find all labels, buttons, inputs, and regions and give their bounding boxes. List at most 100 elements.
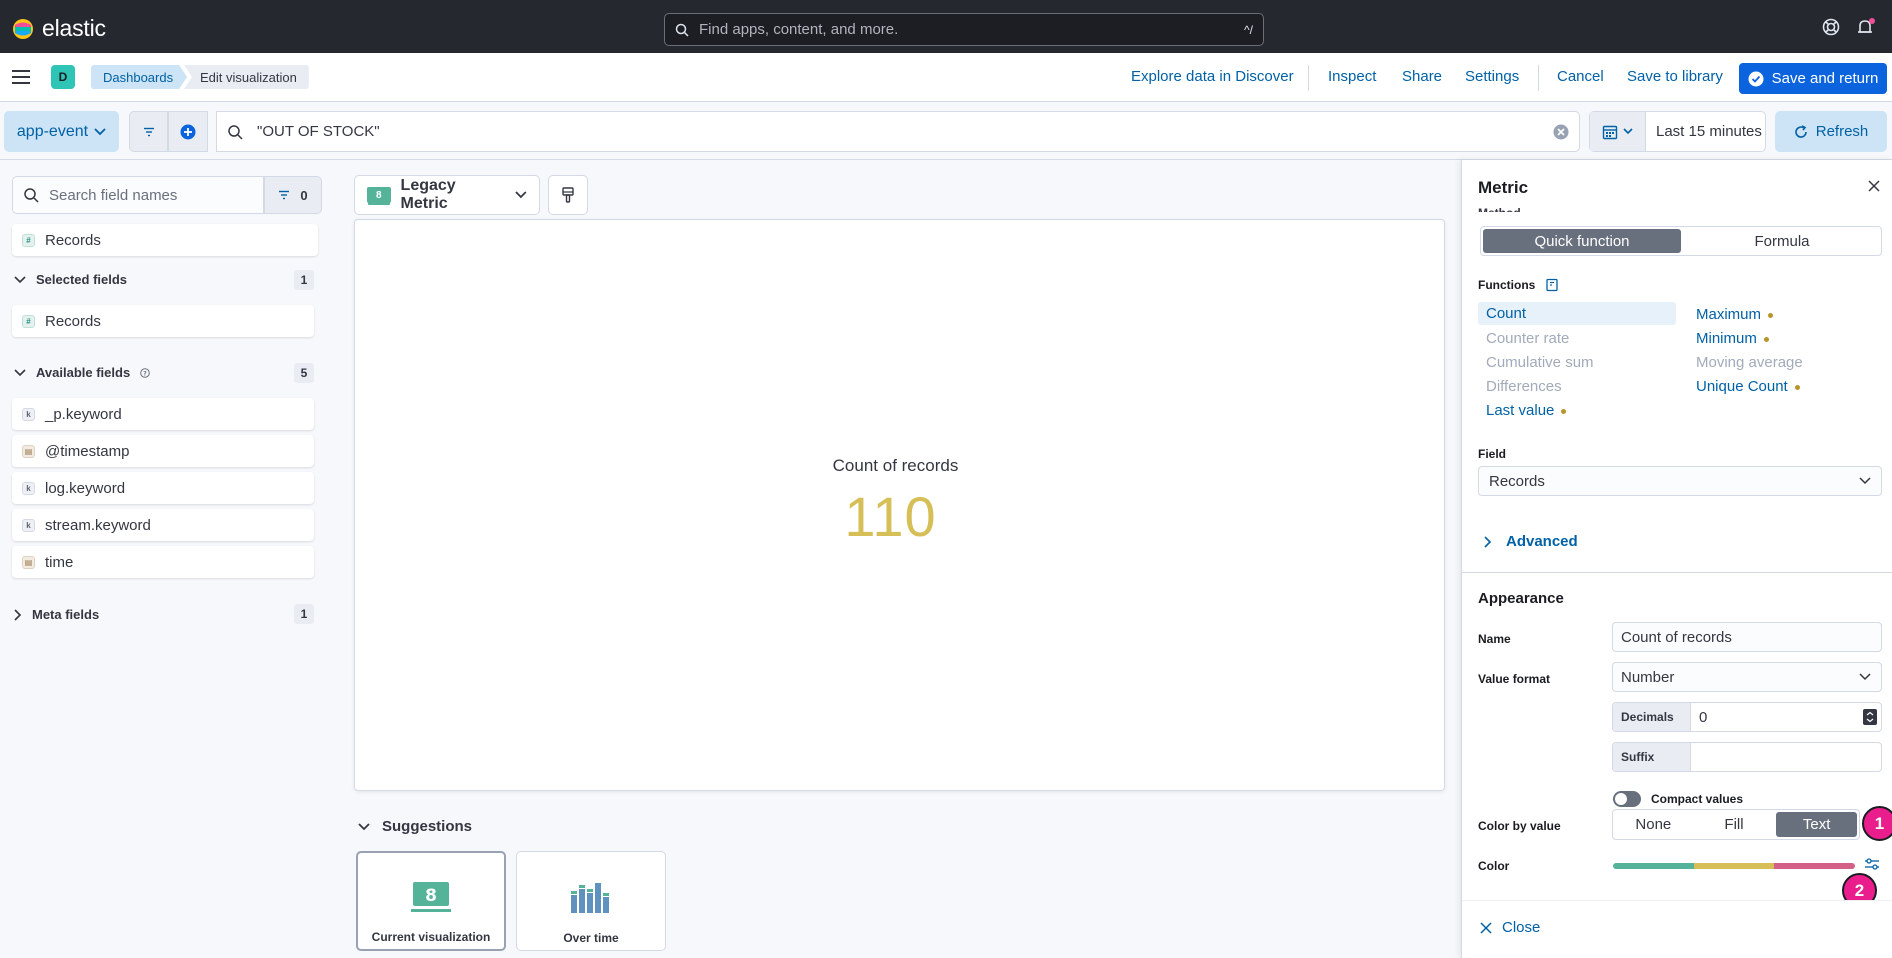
share-link[interactable]: Share bbox=[1402, 68, 1442, 85]
field-search[interactable] bbox=[12, 176, 264, 214]
query-input[interactable]: "OUT OF STOCK" bbox=[216, 111, 1580, 152]
field-name: stream.keyword bbox=[45, 516, 151, 534]
method-formula[interactable]: Formula bbox=[1683, 227, 1881, 255]
suggestions-toggle[interactable]: Suggestions bbox=[358, 818, 472, 835]
function-label: Last value bbox=[1486, 402, 1555, 419]
function-unique-count[interactable]: Unique Count bbox=[1696, 378, 1800, 395]
dimension-editor-panel: Metric Method Quick function Formula Fun… bbox=[1461, 160, 1892, 958]
palette-settings-icon[interactable] bbox=[1864, 857, 1880, 871]
function-minimum[interactable]: Minimum bbox=[1696, 330, 1769, 347]
space-avatar[interactable]: D bbox=[51, 65, 75, 89]
field-item[interactable]: ▤ @timestamp bbox=[12, 435, 314, 467]
clear-icon[interactable] bbox=[1553, 124, 1569, 140]
visualization-type-label: Legacy Metric bbox=[400, 177, 456, 212]
visualization-type-switcher[interactable]: 8 Legacy Metric bbox=[354, 175, 540, 215]
decimals-label: Decimals bbox=[1613, 703, 1691, 731]
menu-icon[interactable] bbox=[12, 69, 30, 85]
inspect-link[interactable]: Inspect bbox=[1328, 68, 1376, 85]
color-by-fill[interactable]: Fill bbox=[1694, 810, 1775, 839]
refresh-button[interactable]: Refresh bbox=[1775, 111, 1887, 152]
info-icon[interactable]: ? bbox=[140, 367, 150, 378]
suggestion-over-time[interactable]: Over time bbox=[516, 851, 666, 951]
documentation-icon[interactable] bbox=[1545, 278, 1559, 292]
help-icon[interactable] bbox=[1822, 18, 1840, 36]
save-to-library-link[interactable]: Save to library bbox=[1627, 68, 1723, 85]
function-count[interactable]: Count bbox=[1478, 302, 1676, 325]
suffix-value[interactable] bbox=[1691, 743, 1881, 771]
compatibility-dot bbox=[1768, 312, 1774, 318]
field-item[interactable]: k stream.keyword bbox=[12, 509, 314, 541]
method-quick-function[interactable]: Quick function bbox=[1483, 229, 1681, 253]
data-view-picker[interactable]: app-event bbox=[4, 111, 119, 152]
quick-menu-button[interactable] bbox=[1590, 112, 1646, 151]
close-icon[interactable] bbox=[1868, 180, 1880, 192]
compact-values-switch[interactable] bbox=[1613, 791, 1641, 807]
function-moving-average[interactable]: Moving average bbox=[1696, 354, 1803, 371]
appearance-title: Appearance bbox=[1478, 590, 1564, 607]
number-type-icon: # bbox=[22, 314, 35, 328]
suggestions-title: Suggestions bbox=[382, 818, 473, 835]
color-by-text[interactable]: Text bbox=[1776, 812, 1858, 837]
available-fields-toggle[interactable]: Available fields ? bbox=[14, 365, 150, 380]
time-range-label[interactable]: Last 15 minutes bbox=[1646, 123, 1762, 140]
advanced-toggle[interactable]: Advanced bbox=[1484, 533, 1578, 550]
query-text[interactable]: "OUT OF STOCK" bbox=[257, 123, 1553, 140]
function-counter-rate[interactable]: Counter rate bbox=[1486, 330, 1569, 347]
color-palette-ramp[interactable] bbox=[1613, 863, 1855, 869]
metric-value: 110 bbox=[844, 485, 937, 548]
method-selector[interactable]: Quick function Formula bbox=[1480, 226, 1882, 256]
color-by-none[interactable]: None bbox=[1613, 810, 1694, 839]
plus-circle-icon bbox=[180, 124, 196, 139]
function-last-value[interactable]: Last value bbox=[1486, 402, 1567, 419]
function-label: Maximum bbox=[1696, 306, 1762, 323]
field-item[interactable]: # Records bbox=[12, 305, 314, 337]
global-search-input[interactable] bbox=[699, 21, 1245, 38]
field-item[interactable]: k _p.keyword bbox=[12, 398, 314, 430]
app-nav-bar: D Dashboards Edit visualization Explore … bbox=[0, 53, 1892, 102]
close-label: Close bbox=[1502, 919, 1541, 936]
date-picker[interactable]: Last 15 minutes bbox=[1589, 111, 1766, 152]
field-item[interactable]: ▤ time bbox=[12, 546, 314, 578]
chevron-down-icon bbox=[14, 275, 26, 283]
field-item[interactable]: k log.keyword bbox=[12, 472, 314, 504]
newsfeed-icon[interactable] bbox=[1856, 18, 1876, 36]
brush-icon bbox=[562, 187, 574, 203]
explore-in-discover-link[interactable]: Explore data in Discover bbox=[1131, 68, 1294, 85]
elastic-logo[interactable]: elastic bbox=[12, 15, 106, 42]
function-maximum[interactable]: Maximum bbox=[1696, 306, 1774, 323]
decimals-input[interactable]: Decimals 0 bbox=[1612, 702, 1882, 732]
add-filter-button[interactable] bbox=[168, 111, 208, 152]
suggestion-current[interactable]: 8 Current visualization bbox=[356, 851, 506, 951]
palette-button[interactable] bbox=[548, 175, 588, 215]
field-select-value: Records bbox=[1489, 472, 1545, 490]
suffix-input[interactable]: Suffix bbox=[1612, 742, 1882, 772]
nav-divider bbox=[1308, 65, 1309, 91]
field-item[interactable]: # Records bbox=[12, 224, 318, 256]
method-label: Method bbox=[1478, 205, 1521, 212]
selected-fields-toggle[interactable]: Selected fields bbox=[14, 272, 127, 287]
field-type-filter[interactable]: 0 bbox=[264, 176, 322, 214]
brand-name: elastic bbox=[42, 15, 106, 41]
close-panel-button[interactable]: Close bbox=[1480, 919, 1540, 936]
decimals-value[interactable]: 0 bbox=[1691, 703, 1859, 731]
color-by-value-selector[interactable]: None Fill Text bbox=[1612, 809, 1860, 840]
number-type-icon: # bbox=[22, 233, 35, 247]
compact-values-label: Compact values bbox=[1651, 792, 1744, 806]
filter-icon bbox=[143, 127, 154, 136]
breadcrumb-dashboards[interactable]: Dashboards bbox=[91, 65, 187, 89]
filter-menu-button[interactable] bbox=[129, 111, 168, 152]
global-search[interactable]: ^/ bbox=[664, 13, 1264, 46]
function-cumulative-sum[interactable]: Cumulative sum bbox=[1486, 354, 1594, 371]
save-and-return-button[interactable]: Save and return bbox=[1739, 63, 1887, 94]
stepper-icon[interactable] bbox=[1859, 703, 1881, 731]
field-search-input[interactable] bbox=[49, 186, 253, 204]
name-input[interactable]: Count of records bbox=[1612, 622, 1882, 652]
field-select[interactable]: Records bbox=[1478, 466, 1882, 496]
suggestion-label: Current visualization bbox=[371, 930, 491, 944]
value-format-select[interactable]: Number bbox=[1612, 662, 1882, 692]
meta-fields-toggle[interactable]: Meta fields bbox=[14, 607, 99, 622]
name-label: Name bbox=[1478, 632, 1511, 646]
function-differences[interactable]: Differences bbox=[1486, 378, 1562, 395]
settings-link[interactable]: Settings bbox=[1465, 68, 1519, 85]
cancel-link[interactable]: Cancel bbox=[1557, 68, 1604, 85]
